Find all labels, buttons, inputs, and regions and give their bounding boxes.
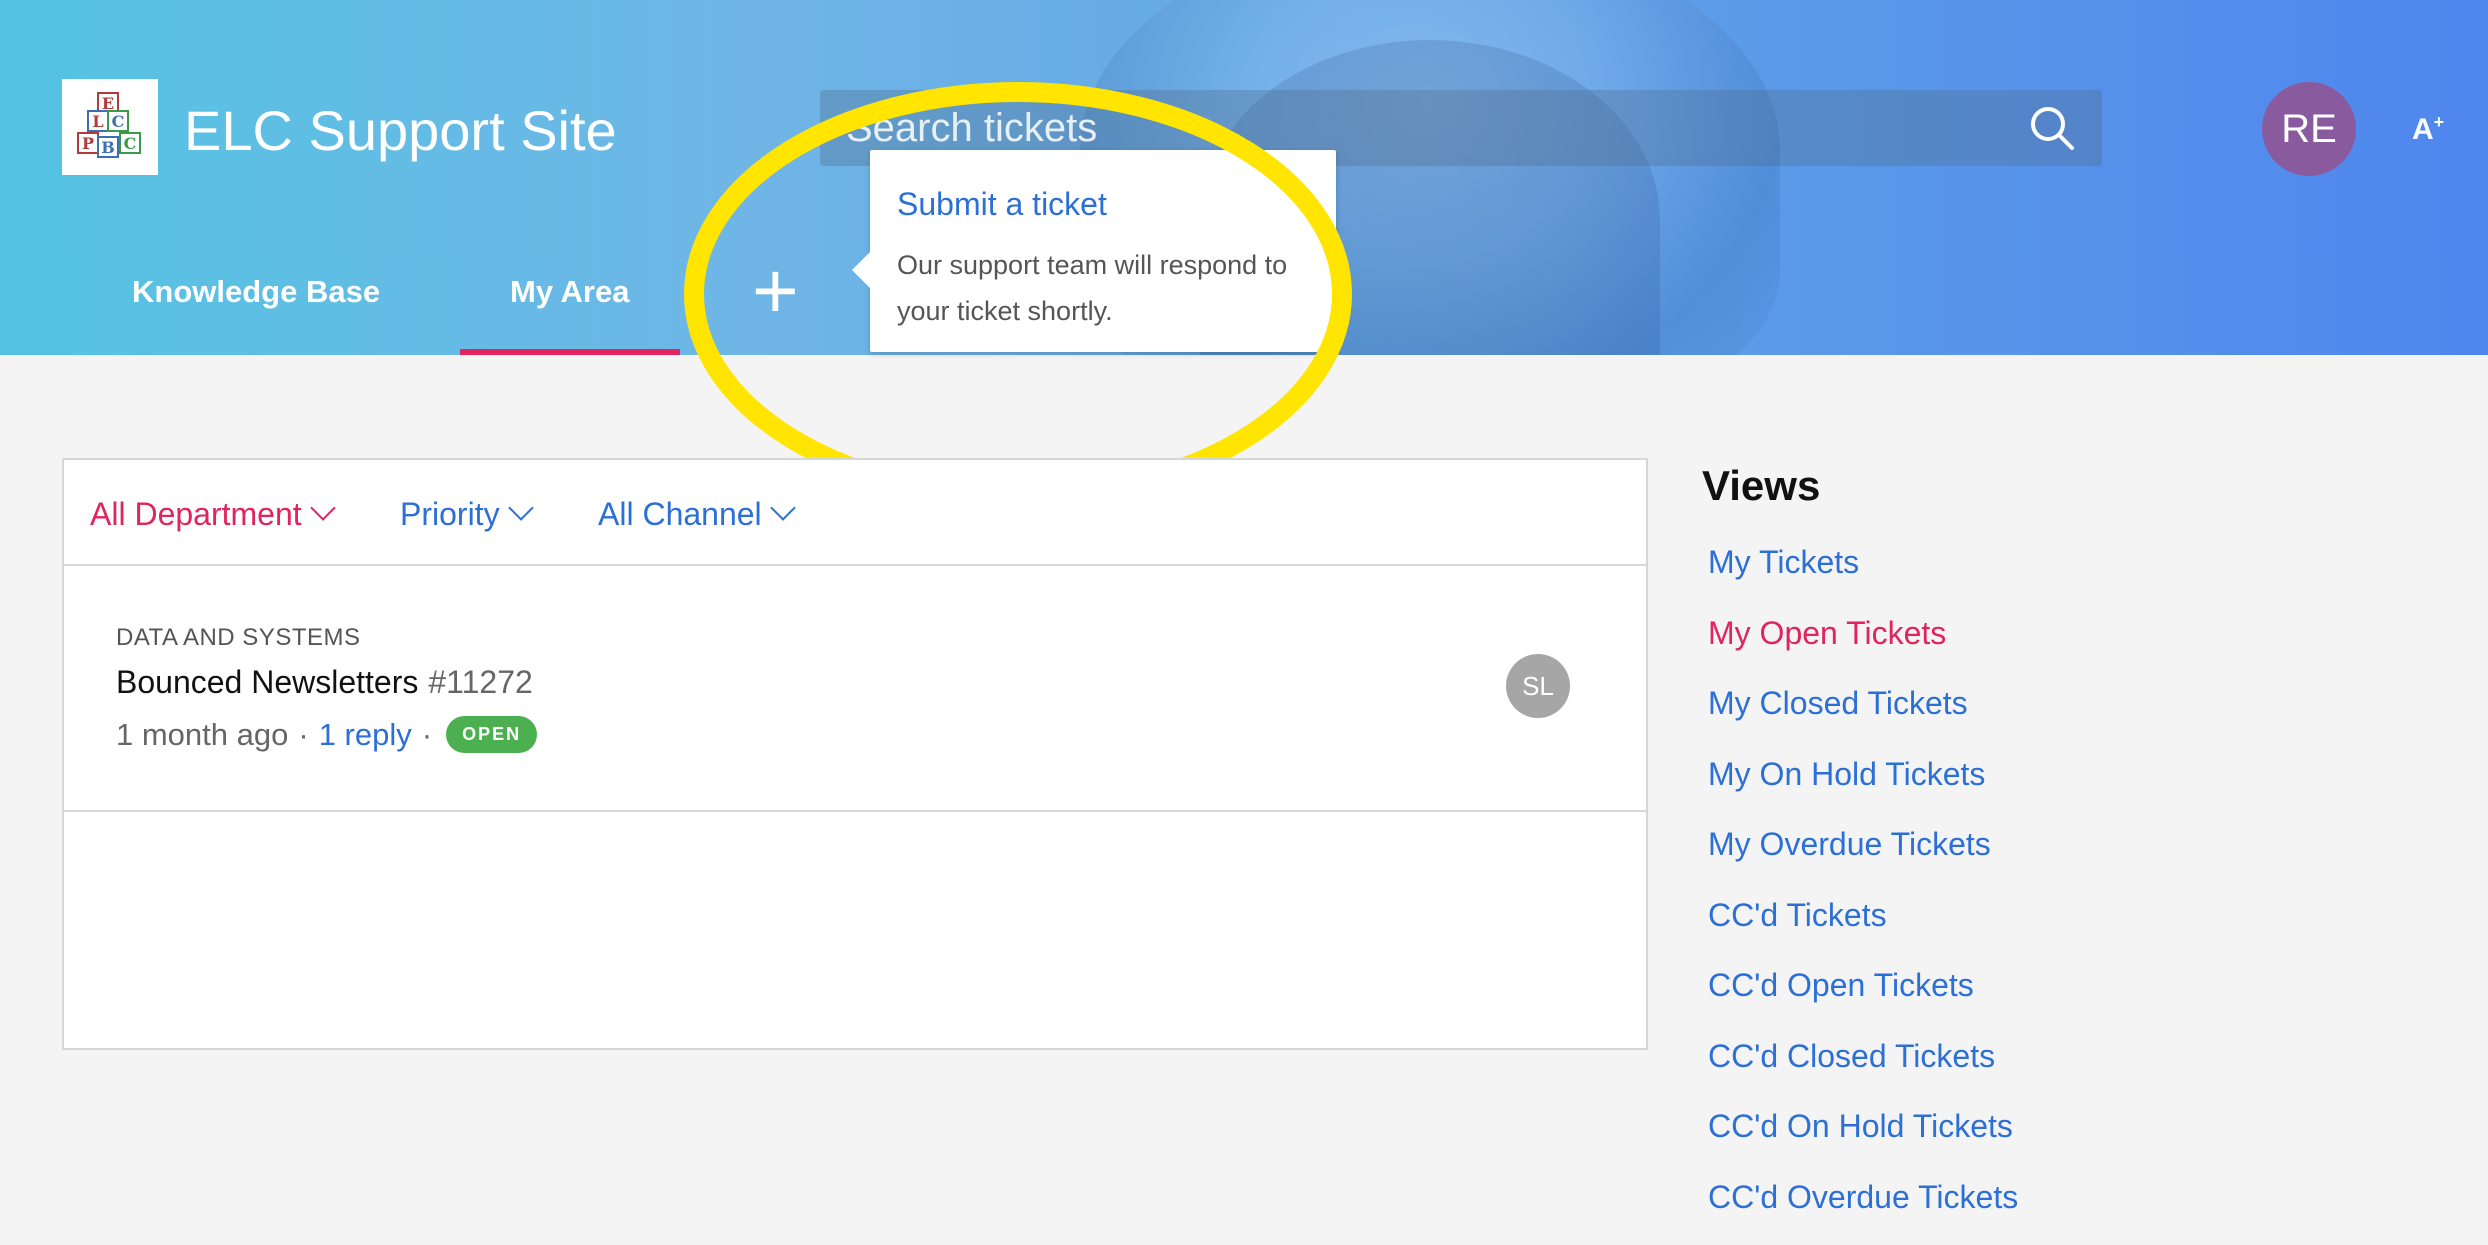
tab-my-area[interactable]: My Area bbox=[510, 274, 629, 310]
views-heading: Views bbox=[1702, 462, 1820, 510]
priority-filter-label: Priority bbox=[400, 496, 500, 532]
tab-knowledge-base[interactable]: Knowledge Base bbox=[132, 274, 380, 310]
ticket-department: DATA AND SYSTEMS bbox=[116, 624, 361, 652]
site-title[interactable]: ELC Support Site bbox=[184, 98, 617, 163]
channel-filter[interactable]: All Channel bbox=[598, 496, 792, 533]
department-filter-label: All Department bbox=[90, 496, 302, 532]
active-tab-indicator bbox=[460, 349, 680, 355]
separator-dot: · bbox=[298, 717, 308, 753]
view-ccd-closed-tickets[interactable]: CC'd Closed Tickets bbox=[1708, 1034, 2018, 1105]
ticket-list-card: All Department Priority All Channel DATA… bbox=[62, 458, 1648, 1050]
new-ticket-button[interactable]: + bbox=[752, 256, 799, 326]
view-ccd-tickets[interactable]: CC'd Tickets bbox=[1708, 893, 2018, 964]
status-badge: OPEN bbox=[446, 716, 537, 753]
ticket-title[interactable]: Bounced Newsletters #11272 bbox=[116, 664, 533, 701]
views-list: My Tickets My Open Tickets My Closed Tic… bbox=[1708, 540, 2018, 1245]
view-my-closed-tickets[interactable]: My Closed Tickets bbox=[1708, 681, 2018, 752]
submit-ticket-popover: Submit a ticket Our support team will re… bbox=[870, 150, 1336, 352]
logo-letter-c2: C bbox=[124, 134, 137, 153]
ticket-number: #11272 bbox=[428, 664, 532, 700]
user-avatar[interactable]: RE bbox=[2262, 82, 2356, 176]
logo-letter-c: C bbox=[112, 112, 125, 131]
priority-filter[interactable]: Priority bbox=[400, 496, 530, 533]
font-size-button-plus: + bbox=[2434, 112, 2445, 132]
chevron-down-icon bbox=[310, 495, 335, 520]
view-ccd-overdue-tickets[interactable]: CC'd Overdue Tickets bbox=[1708, 1175, 2018, 1245]
channel-filter-label: All Channel bbox=[598, 496, 762, 532]
search-icon[interactable] bbox=[2028, 104, 2076, 152]
logo-letter-p: P bbox=[82, 134, 94, 153]
submit-ticket-link[interactable]: Submit a ticket bbox=[897, 186, 1107, 223]
ticket-age: 1 month ago bbox=[116, 717, 288, 753]
font-size-button-label: A bbox=[2412, 113, 2434, 146]
view-my-on-hold-tickets[interactable]: My On Hold Tickets bbox=[1708, 752, 2018, 823]
view-my-tickets[interactable]: My Tickets bbox=[1708, 540, 2018, 611]
alphabet-blocks-icon: E L C P B C bbox=[70, 87, 150, 167]
site-logo[interactable]: E L C P B C bbox=[62, 79, 158, 175]
department-filter[interactable]: All Department bbox=[90, 496, 332, 533]
popover-arrow bbox=[852, 252, 870, 288]
popover-description: Our support team will respond to your ti… bbox=[897, 242, 1327, 334]
ticket-replies-link[interactable]: 1 reply bbox=[319, 717, 412, 753]
assignee-avatar[interactable]: SL bbox=[1506, 654, 1570, 718]
view-ccd-open-tickets[interactable]: CC'd Open Tickets bbox=[1708, 963, 2018, 1034]
ticket-row[interactable]: DATA AND SYSTEMS Bounced Newsletters #112… bbox=[64, 564, 1646, 812]
chevron-down-icon bbox=[770, 495, 795, 520]
chevron-down-icon bbox=[508, 495, 533, 520]
view-ccd-on-hold-tickets[interactable]: CC'd On Hold Tickets bbox=[1708, 1104, 2018, 1175]
view-my-overdue-tickets[interactable]: My Overdue Tickets bbox=[1708, 822, 2018, 893]
filter-bar: All Department Priority All Channel bbox=[64, 460, 1646, 566]
logo-letter-b: B bbox=[101, 138, 115, 157]
ticket-meta: 1 month ago · 1 reply · OPEN bbox=[116, 716, 537, 753]
logo-letter-l: L bbox=[92, 112, 103, 131]
ticket-title-text: Bounced Newsletters bbox=[116, 664, 418, 700]
view-my-open-tickets[interactable]: My Open Tickets bbox=[1708, 611, 2018, 682]
font-size-button[interactable]: A+ bbox=[2412, 112, 2444, 147]
separator-dot: · bbox=[422, 717, 432, 753]
